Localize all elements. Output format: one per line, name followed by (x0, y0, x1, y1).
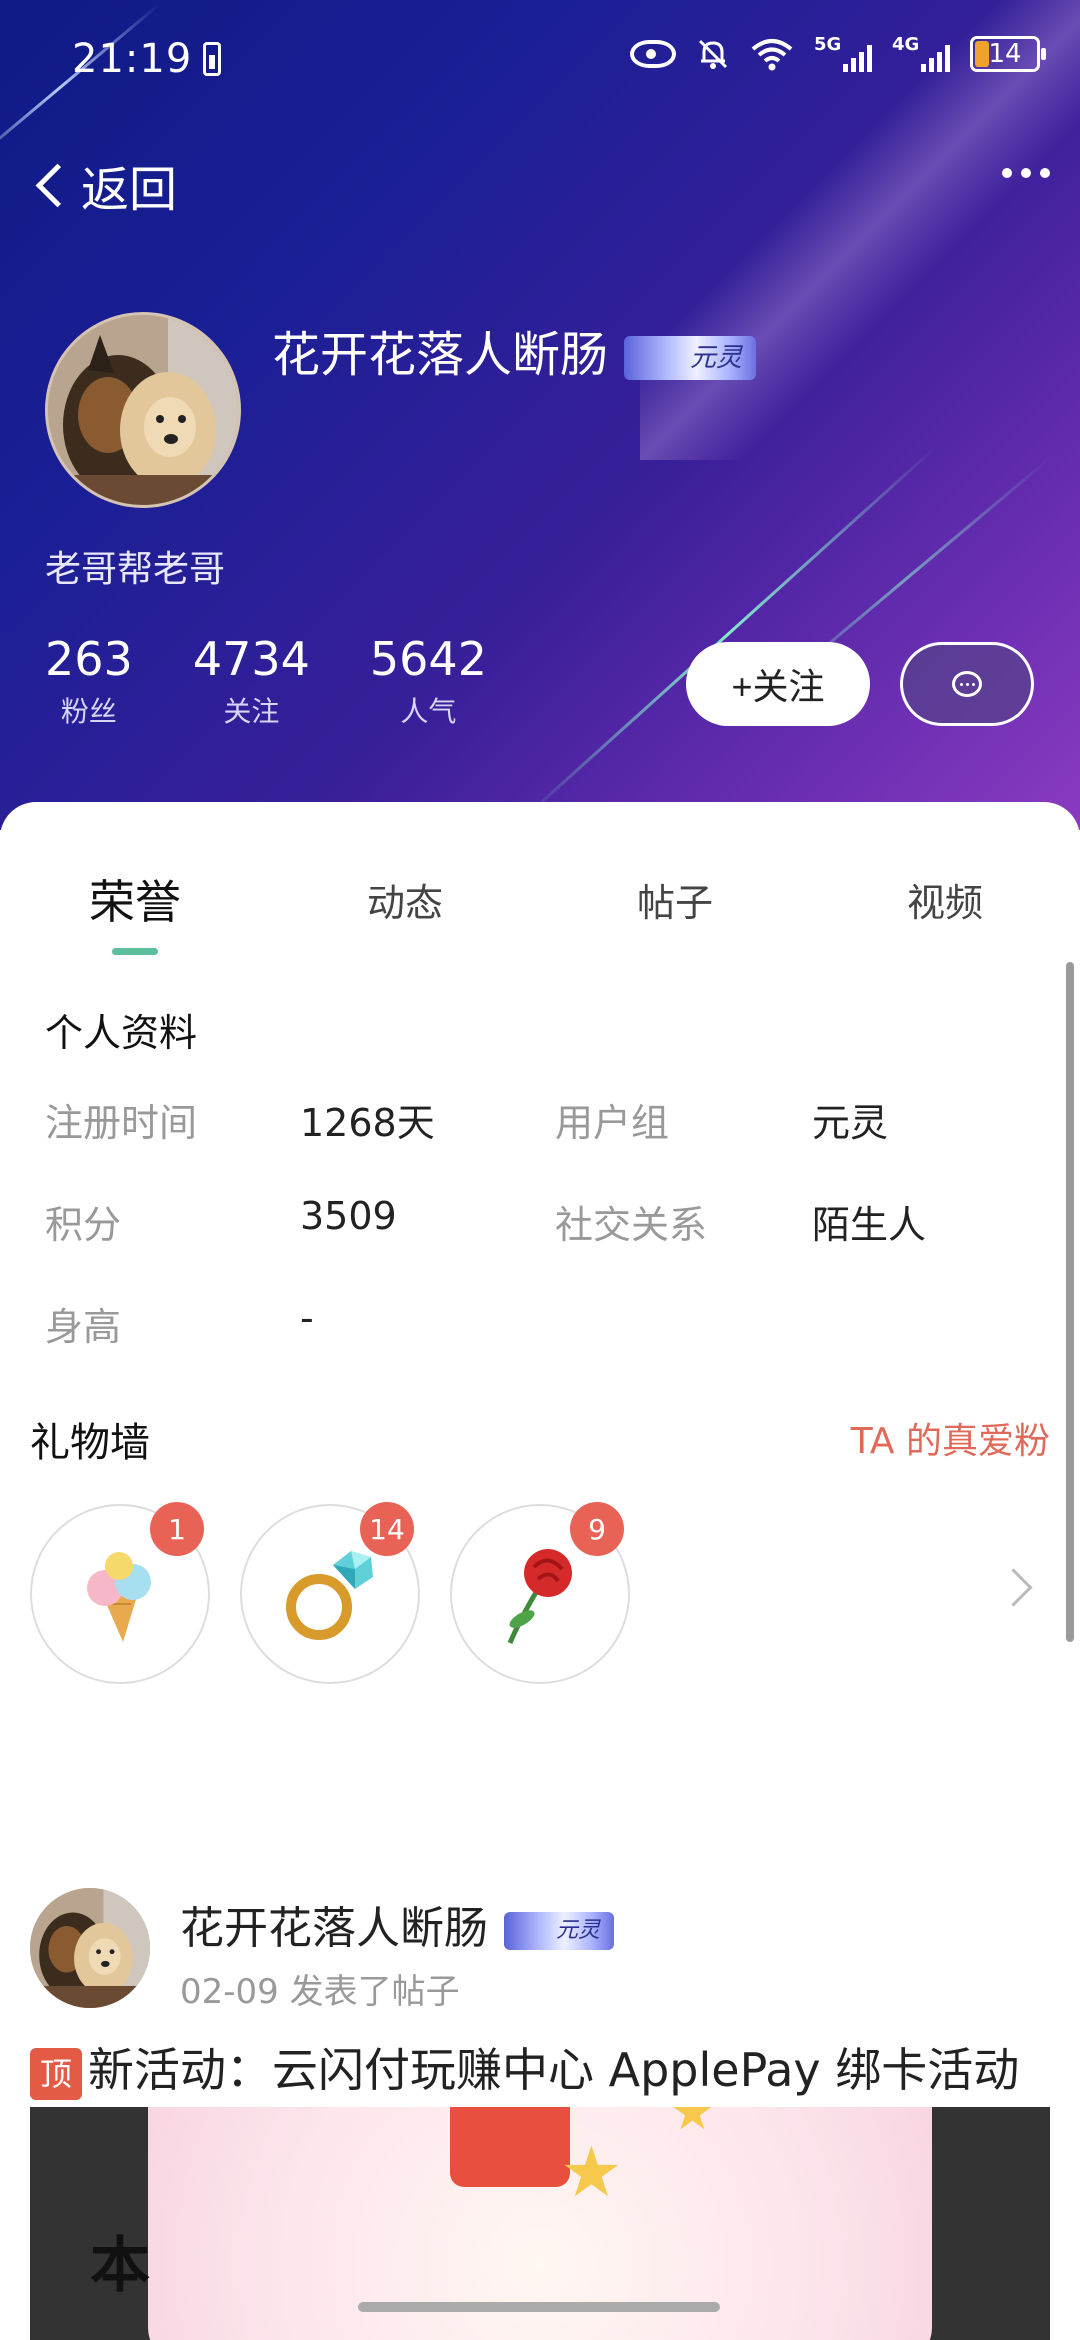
signature: 老哥帮老哥 (45, 549, 226, 590)
message-button[interactable] (900, 642, 1034, 726)
stat-label: 关注 (223, 695, 280, 728)
profile-content-sheet: 荣誉 动态 帖子 视频 个人资料 注册时间 1268天 用户组 元灵 积分 35… (0, 802, 1080, 2340)
avatar[interactable] (45, 312, 241, 508)
status-time: 21:19 (72, 36, 193, 82)
info-label-height: 身高 (45, 1305, 122, 1349)
network-type-5g: 5G (814, 34, 842, 55)
info-label-user-group: 用户组 (555, 1101, 670, 1145)
ice-cream-icon (87, 1552, 151, 1642)
stat-number: 263 (45, 632, 133, 686)
profile-stats: 263 粉丝 4734 关注 5642 人气 (45, 632, 547, 730)
info-label-points: 积分 (45, 1203, 122, 1247)
badge-text: 元灵 (555, 1918, 600, 1943)
diamond-ring-icon (286, 1551, 373, 1640)
gift-item[interactable]: 9 (450, 1502, 630, 1684)
stat-label: 人气 (400, 695, 457, 728)
chat-bubble-icon (952, 671, 982, 697)
signal-5g-icon: 5G (814, 34, 872, 74)
more-options-icon[interactable] (1002, 168, 1050, 178)
info-value-relation: 陌生人 (812, 1203, 927, 1247)
post-title[interactable]: 顶新活动：云闪付玩赚中心 ApplePay 绑卡活动 (30, 2034, 1019, 2100)
nickname: 花开花落人断肠 元灵 (272, 315, 757, 385)
tab-posts[interactable]: 帖子 (637, 872, 713, 927)
stat-fans[interactable]: 263 粉丝 (45, 632, 133, 730)
gift-wall-title: 礼物墙 (30, 1420, 150, 1466)
home-indicator[interactable] (358, 2302, 720, 2312)
gift-count-badge: 14 (360, 1502, 414, 1556)
post-author-avatar[interactable] (30, 1888, 150, 2008)
nickname-text: 花开花落人断肠 (272, 327, 609, 383)
info-label-register-time: 注册时间 (45, 1101, 198, 1145)
battery-saver-icon (203, 42, 221, 76)
battery-icon: 14 (970, 36, 1046, 72)
network-type-4g: 4G (892, 34, 920, 55)
gift-item[interactable]: 1 (30, 1502, 210, 1684)
battery-level: 14 (988, 39, 1022, 69)
gift-count-badge: 9 (570, 1502, 624, 1556)
stat-label: 粉丝 (60, 695, 117, 728)
back-button[interactable]: 返回 (30, 150, 177, 220)
star-icon: ★ (560, 2131, 623, 2213)
tab-bar: 荣誉 动态 帖子 视频 (0, 872, 1080, 962)
active-tab-indicator (112, 948, 158, 955)
rose-icon (507, 1549, 572, 1644)
tab-videos[interactable]: 视频 (907, 872, 983, 927)
stat-number: 4734 (192, 632, 310, 686)
info-value-points: 3509 (300, 1194, 397, 1238)
star-icon: ★ (670, 2107, 715, 2141)
follow-button[interactable]: +关注 (686, 642, 870, 726)
info-label-relation: 社交关系 (555, 1203, 708, 1247)
gift-count-badge: 1 (150, 1502, 204, 1556)
post-author-name: 花开花落人断肠 (180, 1903, 488, 1954)
post-meta: 02-09 发表了帖子 (180, 1972, 460, 2012)
badge-text: 元灵 (690, 343, 743, 373)
profile-header: 21:19 5G 4G 14 返回 花开花落人断肠 元灵 老哥帮老哥 263 粉… (0, 0, 1080, 830)
stat-number: 5642 (369, 632, 487, 686)
true-fans-link[interactable]: TA 的真爱粉 (851, 1412, 1050, 1464)
profile-info-title: 个人资料 (45, 1011, 198, 1055)
bell-muted-icon (696, 37, 730, 71)
pinned-badge: 顶 (30, 2047, 82, 2100)
post-author[interactable]: 花开花落人断肠 元灵 (180, 1892, 614, 1956)
gift-box-graphic (450, 2107, 570, 2187)
info-value-user-group: 元灵 (812, 1101, 889, 1145)
tab-activity[interactable]: 动态 (367, 872, 443, 927)
post-title-text: 新活动：云闪付玩赚中心 ApplePay 绑卡活动 (88, 2043, 1020, 2097)
gift-item[interactable]: 14 (240, 1502, 420, 1684)
status-bar: 21:19 5G 4G 14 (0, 30, 1080, 90)
chevron-right-icon[interactable] (994, 1568, 1033, 1607)
chevron-left-icon (35, 163, 80, 207)
scrollbar[interactable] (1066, 962, 1074, 1642)
tab-honor[interactable]: 荣誉 (89, 866, 181, 932)
back-label: 返回 (81, 162, 178, 218)
user-group-badge: 元灵 (624, 336, 757, 380)
signal-4g-icon: 4G (892, 34, 950, 74)
user-group-badge: 元灵 (504, 1912, 614, 1950)
wifi-icon (750, 37, 794, 71)
info-value-register-time: 1268天 (300, 1101, 435, 1145)
info-value-height: - (300, 1296, 314, 1340)
stat-popularity: 5642 人气 (370, 632, 487, 730)
eye-icon (630, 40, 676, 68)
post-image-glyph: 本 (90, 2231, 150, 2301)
stat-following[interactable]: 4734 关注 (193, 632, 310, 730)
background-streak (518, 445, 938, 823)
